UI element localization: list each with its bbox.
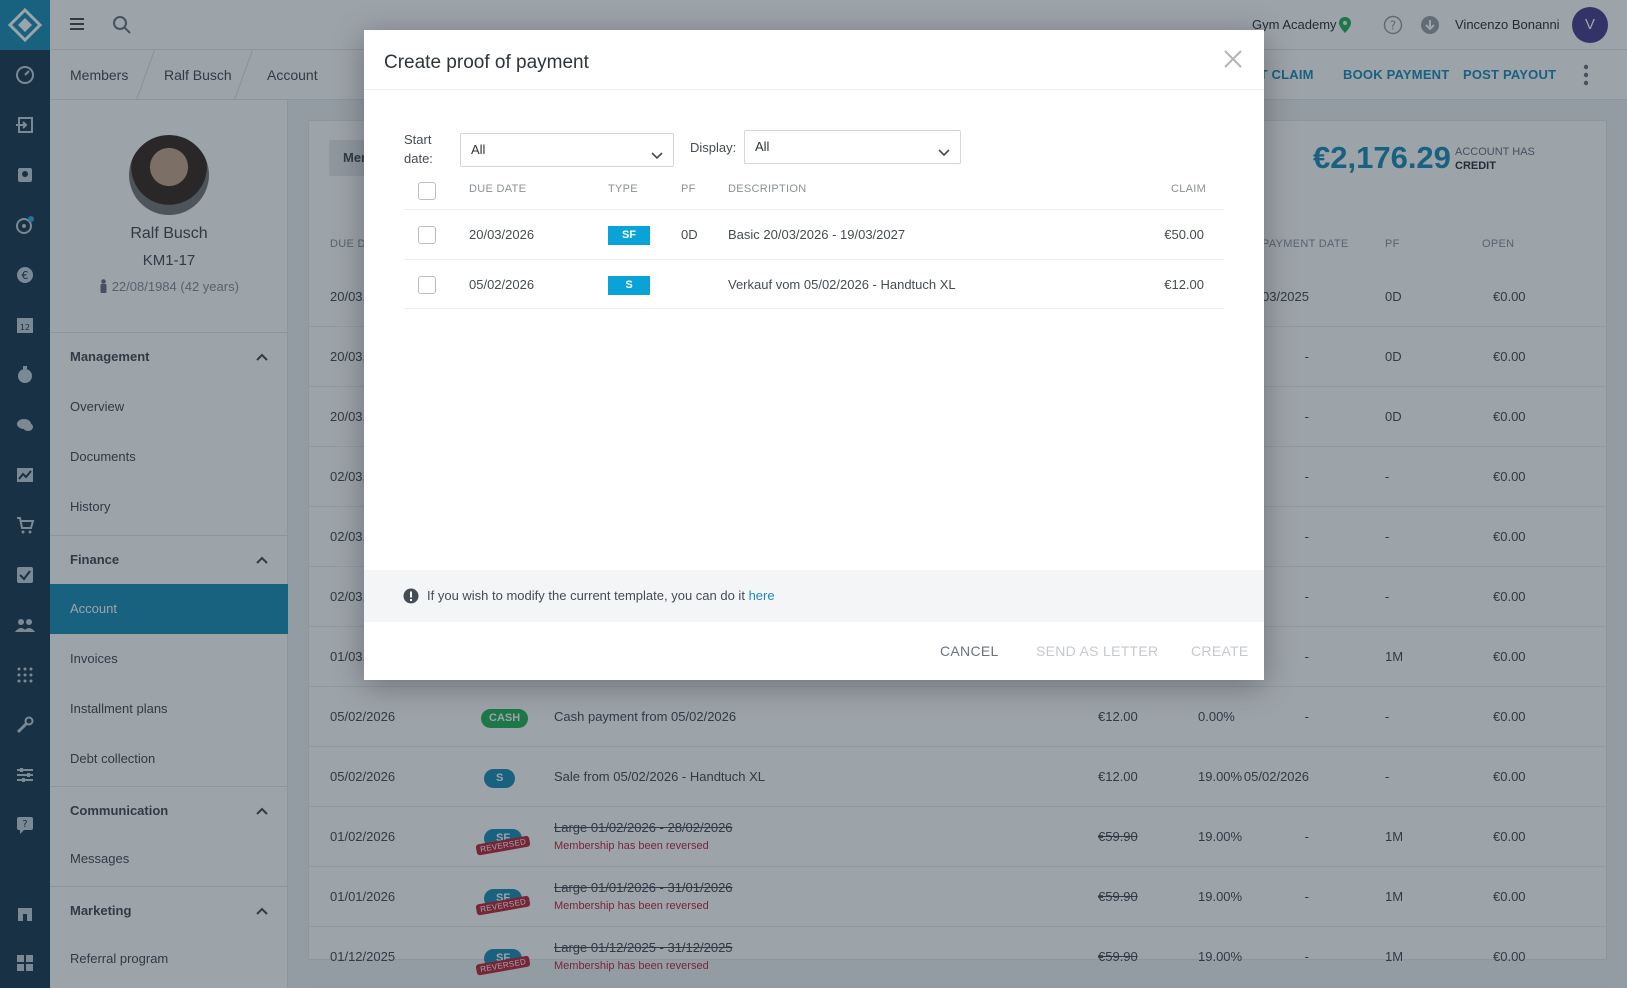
- chevron-down-icon: [938, 139, 950, 171]
- create-button[interactable]: CREATE: [1191, 622, 1249, 680]
- info-message: If you wish to modify the current templa…: [427, 588, 745, 603]
- start-date-label-line: date:: [404, 151, 433, 166]
- row-pf: 0D: [681, 227, 698, 242]
- col-pf[interactable]: PF: [681, 183, 696, 195]
- start-date-value: All: [471, 142, 486, 157]
- col-due-date[interactable]: DUE DATE: [469, 183, 526, 195]
- col-description[interactable]: DESCRIPTION: [728, 183, 806, 195]
- cancel-button[interactable]: CANCEL: [940, 622, 999, 680]
- table-row[interactable]: 05/02/2026 S Verkauf vom 05/02/2026 - Ha…: [404, 259, 1224, 309]
- send-as-letter-button[interactable]: SEND AS LETTER: [1036, 622, 1158, 680]
- template-info-bar: If you wish to modify the current templa…: [364, 570, 1264, 622]
- dialog-header: Create proof of payment: [364, 30, 1264, 90]
- display-select[interactable]: All: [744, 130, 961, 164]
- close-icon[interactable]: [1222, 48, 1244, 70]
- select-all-checkbox[interactable]: [418, 182, 436, 200]
- row-description: Basic 20/03/2026 - 19/03/2027: [728, 227, 906, 242]
- template-link[interactable]: here: [749, 588, 775, 603]
- row-claim: €12.00: [1164, 277, 1204, 292]
- row-due-date: 05/02/2026: [469, 277, 535, 292]
- row-type: S: [608, 260, 650, 310]
- table-row[interactable]: 20/03/2026 SF 0D Basic 20/03/2026 - 19/0…: [404, 209, 1224, 259]
- display-value: All: [755, 139, 770, 154]
- start-date-label: Start date:: [404, 130, 433, 168]
- col-claim[interactable]: CLAIM: [1171, 183, 1206, 195]
- chevron-down-icon: [651, 142, 663, 174]
- info-text: If you wish to modify the current templa…: [427, 570, 775, 622]
- col-type[interactable]: TYPE: [608, 183, 638, 195]
- info-icon: [403, 588, 419, 607]
- dialog-title: Create proof of payment: [384, 52, 589, 73]
- type-badge: S: [608, 276, 650, 296]
- row-description: Verkauf vom 05/02/2026 - Handtuch XL: [728, 277, 956, 292]
- row-checkbox[interactable]: [418, 276, 436, 294]
- row-checkbox[interactable]: [418, 226, 436, 244]
- start-date-label-line: Start: [404, 132, 432, 147]
- row-type: SF: [608, 210, 650, 260]
- start-date-select[interactable]: All: [460, 133, 674, 167]
- row-claim: €50.00: [1164, 227, 1204, 242]
- proof-of-payment-dialog: Create proof of payment Start date: All …: [364, 30, 1264, 680]
- type-badge: SF: [608, 226, 650, 246]
- display-label: Display:: [690, 140, 737, 155]
- row-due-date: 20/03/2026: [469, 227, 535, 242]
